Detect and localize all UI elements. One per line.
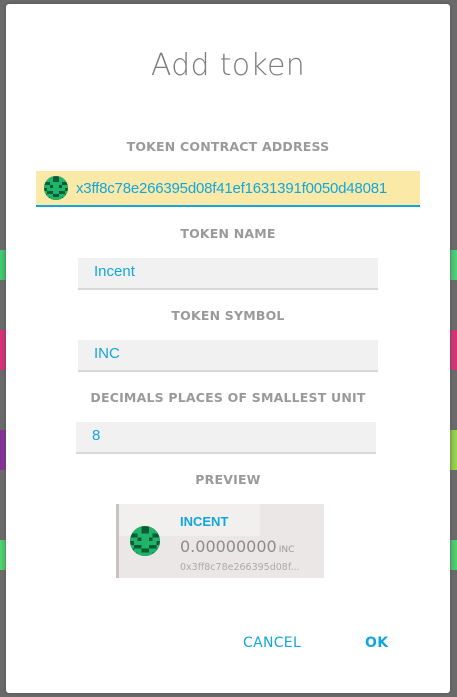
- preview-balance: 0.00000000 INC: [180, 537, 294, 556]
- decimals-input[interactable]: 8: [76, 422, 376, 454]
- token-symbol-value: INC: [94, 345, 120, 362]
- token-name-value: Incent: [94, 263, 135, 280]
- token-name-label: TOKEN NAME: [180, 226, 276, 241]
- token-symbol-input[interactable]: INC: [78, 340, 378, 372]
- dialog-title: Add token: [150, 48, 306, 83]
- preview-address: 0x3ff8c78e266395d08f...: [180, 562, 300, 573]
- cancel-button[interactable]: CANCEL: [243, 635, 301, 651]
- contract-address-input[interactable]: x3ff8c78e266395d08f41ef1631391f0050d4808…: [36, 171, 420, 207]
- token-symbol-label: TOKEN SYMBOL: [171, 308, 285, 323]
- preview-balance-value: 0.00000000: [180, 537, 277, 556]
- token-preview-card: INCENT 0.00000000 INC 0x3ff8c78e266395d08…: [116, 504, 324, 578]
- token-name-input[interactable]: Incent: [78, 258, 378, 290]
- contract-address-label: TOKEN CONTRACT ADDRESS: [126, 139, 330, 154]
- preview-edge: [116, 504, 119, 578]
- ok-button[interactable]: OK: [365, 635, 388, 651]
- preview-token-name: INCENT: [180, 514, 229, 529]
- add-token-dialog: Add token TOKEN CONTRACT ADDRESS x3ff8c7…: [6, 4, 450, 693]
- preview-label: PREVIEW: [195, 472, 261, 487]
- contract-address-value: x3ff8c78e266395d08f41ef1631391f0050d4808…: [76, 180, 388, 197]
- decimals-label: DECIMALS PLACES OF SMALLEST UNIT: [90, 390, 366, 405]
- token-identicon: [44, 176, 68, 200]
- preview-unit: INC: [278, 545, 295, 555]
- token-identicon: [130, 526, 160, 556]
- decimals-value: 8: [92, 427, 101, 444]
